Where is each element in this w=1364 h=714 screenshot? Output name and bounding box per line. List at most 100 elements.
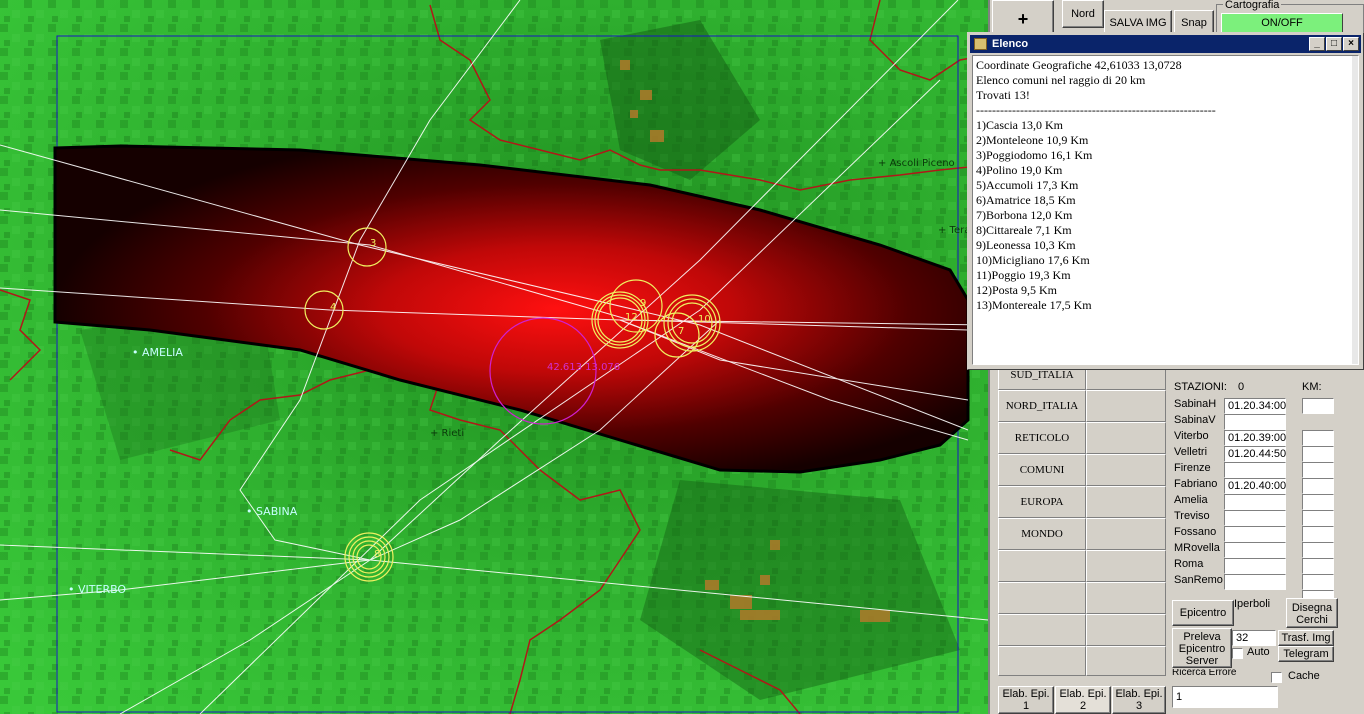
city-tera: + Tera — [938, 225, 971, 236]
station-name: SanRemo — [1174, 574, 1223, 586]
elenco-line: 9)Leonessa 10,3 Km — [976, 238, 1076, 252]
km-input[interactable] — [1302, 494, 1334, 510]
station-name: SabinaH — [1174, 398, 1217, 410]
region-grid-empty — [1086, 486, 1166, 518]
elenco-line: 8)Cittareale 7,1 Km — [976, 223, 1072, 237]
close-icon[interactable]: × — [1343, 37, 1359, 51]
reticolo-button[interactable]: RETICOLO — [998, 422, 1086, 454]
region-grid-empty — [1086, 550, 1166, 582]
circle-label-7: 7 — [678, 326, 685, 337]
elenco-line: 4)Polino 19,0 Km — [976, 163, 1063, 177]
disegna-cerchi-button[interactable]: Disegna Cerchi — [1286, 598, 1338, 628]
nord-button[interactable]: Nord — [1062, 0, 1104, 28]
city-dot: • — [246, 505, 253, 518]
circle-label-4: 4 — [330, 302, 337, 313]
station-name: Treviso — [1174, 510, 1210, 522]
city-dot: • — [68, 583, 75, 596]
europa-button[interactable]: EUROPA — [998, 486, 1086, 518]
station-name: Roma — [1174, 558, 1204, 570]
station-name: Fossano — [1174, 526, 1217, 538]
city-name: AMELIA — [142, 346, 183, 359]
elenco-line: 13)Montereale 17,5 Km — [976, 298, 1092, 312]
elenco-line: 1)Cascia 13,0 Km — [976, 118, 1063, 132]
trasf-img-button[interactable]: Trasf. Img — [1278, 630, 1334, 646]
region-grid-empty — [1086, 614, 1166, 646]
station-time-input[interactable]: 01.20.34:00 — [1224, 398, 1286, 414]
km-input[interactable] — [1302, 462, 1334, 478]
city-name: Ascoli Piceno — [889, 158, 955, 169]
stazioni-count: 0 — [1238, 381, 1245, 393]
cartografia-label: Cartografia — [1223, 0, 1282, 11]
onoff-button[interactable]: ON/OFF — [1221, 13, 1343, 33]
km-input[interactable] — [1302, 478, 1334, 494]
km-input[interactable] — [1302, 574, 1334, 590]
station-name: Fabriano — [1174, 478, 1218, 490]
station-time-input[interactable] — [1224, 462, 1286, 478]
mondo-button[interactable]: MONDO — [998, 518, 1086, 550]
city-dot: + — [878, 158, 887, 169]
nord-italia-button[interactable]: NORD_ITALIA — [998, 390, 1086, 422]
circle-label-9: 9 — [640, 298, 647, 309]
elenco-text-area[interactable]: Coordinate Geografiche 42,61033 13,0728 … — [972, 55, 1359, 365]
station-time-input[interactable]: 01.20.44:50 — [1224, 446, 1286, 462]
ricerca-label: Ricerca Errore — [1172, 669, 1237, 677]
tab-elab-epi-1[interactable]: Elab. Epi. 1 — [998, 686, 1054, 714]
station-time-input[interactable] — [1224, 526, 1286, 542]
station-time-input[interactable] — [1224, 558, 1286, 574]
station-time-input[interactable] — [1224, 494, 1286, 510]
epicentro-button[interactable]: Epicentro — [1172, 600, 1234, 626]
region-grid-empty — [1086, 390, 1166, 422]
maximize-icon[interactable]: □ — [1326, 37, 1342, 51]
station-time-input[interactable] — [1224, 574, 1286, 590]
station-name: SabinaV — [1174, 414, 1216, 426]
cache-checkbox[interactable] — [1271, 672, 1282, 683]
tab-elab-epi-2[interactable]: Elab. Epi. 2 — [1055, 686, 1111, 714]
km-input[interactable] — [1302, 446, 1334, 462]
region-grid-empty — [998, 646, 1086, 676]
city-name: VITERBO — [78, 583, 127, 596]
station-time-input[interactable] — [1224, 542, 1286, 558]
city-sabina: • SABINA — [246, 505, 297, 518]
region-grid-empty — [998, 550, 1086, 582]
auto-checkbox[interactable] — [1232, 648, 1243, 659]
km-input[interactable] — [1302, 542, 1334, 558]
km-input[interactable] — [1302, 558, 1334, 574]
station-name: Amelia — [1174, 494, 1208, 506]
preleva-value-input[interactable]: 32 — [1232, 630, 1276, 646]
elenco-line: 11)Poggio 19,3 Km — [976, 268, 1071, 282]
telegram-button[interactable]: Telegram — [1278, 646, 1334, 662]
bottom-value-input[interactable]: 1 — [1172, 686, 1278, 708]
zoom-in-button[interactable]: + — [992, 0, 1054, 36]
station-time-input[interactable]: 01.20.39:00 — [1224, 430, 1286, 446]
elenco-titlebar[interactable]: Elenco _ □ × — [970, 35, 1361, 53]
station-name: Velletri — [1174, 446, 1208, 458]
km-input[interactable] — [1302, 510, 1334, 526]
elenco-window[interactable]: Elenco _ □ × Coordinate Geografiche 42,6… — [967, 32, 1364, 370]
station-time-input[interactable] — [1224, 510, 1286, 526]
elenco-line: 6)Amatrice 18,5 Km — [976, 193, 1076, 207]
elenco-line: ----------------------------------------… — [976, 103, 1216, 117]
region-grid-empty — [1086, 518, 1166, 550]
elenco-line: 12)Posta 9,5 Km — [976, 283, 1057, 297]
station-time-input[interactable]: 01.20.40:00 — [1224, 478, 1286, 494]
km-input[interactable] — [1302, 398, 1334, 414]
circle-label-12: 12 — [625, 312, 638, 323]
elenco-line: 2)Monteleone 10,9 Km — [976, 133, 1089, 147]
station-name: Viterbo — [1174, 430, 1209, 442]
region-grid-empty — [1086, 422, 1166, 454]
km-input[interactable] — [1302, 526, 1334, 542]
window-app-icon — [974, 38, 987, 50]
elenco-line: 3)Poggiodomo 16,1 Km — [976, 148, 1093, 162]
elenco-line: Elenco comuni nel raggio di 20 km — [976, 73, 1146, 87]
elenco-scrollbar[interactable] — [1352, 56, 1358, 364]
region-grid-empty — [1086, 646, 1166, 676]
preleva-epicentro-server-button[interactable]: Preleva Epicentro Server — [1172, 628, 1232, 668]
minimize-icon[interactable]: _ — [1309, 37, 1325, 51]
tab-elab-epi-3[interactable]: Elab. Epi. 3 — [1112, 686, 1166, 714]
comuni-button[interactable]: COMUNI — [998, 454, 1086, 486]
km-input[interactable] — [1302, 430, 1334, 446]
station-name: MRovella — [1174, 542, 1220, 554]
map-canvas[interactable]: 3 4 12 9 10 7 8 42.613 13.076 + Ascoli P… — [0, 0, 988, 714]
station-time-input[interactable] — [1224, 414, 1286, 430]
circle-label-3: 3 — [370, 238, 377, 249]
